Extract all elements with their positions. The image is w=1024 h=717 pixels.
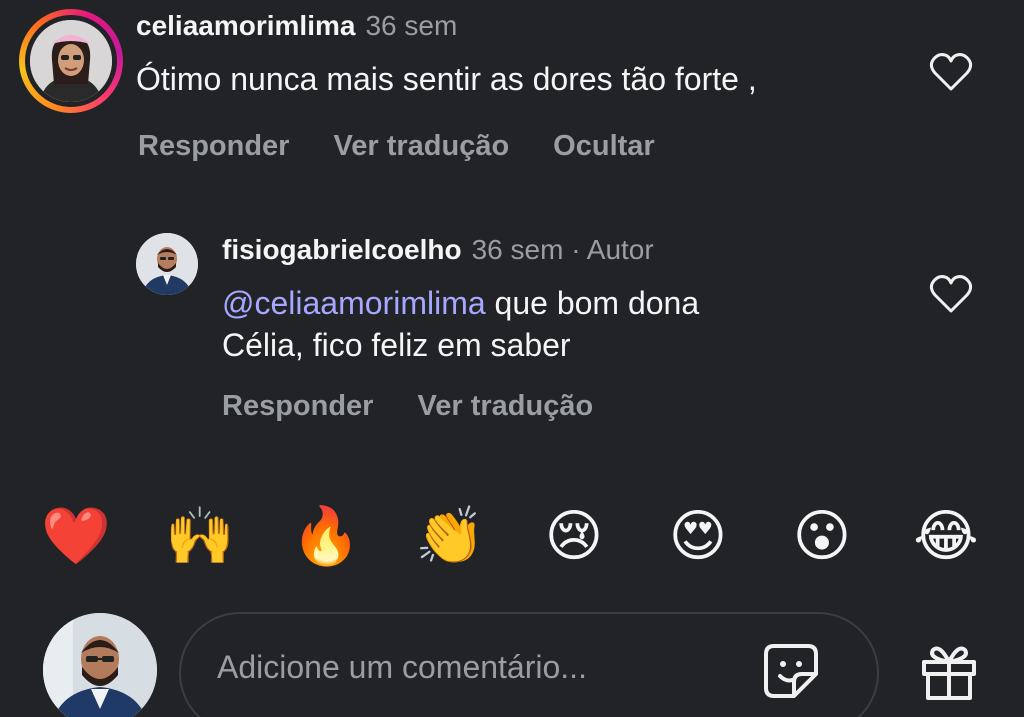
comment-username[interactable]: celiaamorimlima 36 sem xyxy=(136,10,457,42)
avatar xyxy=(30,20,112,102)
reaction-crying-emoji[interactable]: 😢 xyxy=(538,500,610,572)
heart-outline-icon[interactable] xyxy=(929,52,973,92)
sticker-icon[interactable] xyxy=(762,642,820,700)
mention-link[interactable]: @celiaamorimlima xyxy=(222,285,486,321)
comment-text: Ótimo nunca mais sentir as dores tão for… xyxy=(136,61,757,97)
reaction-fire-emoji[interactable]: 🔥 xyxy=(290,500,362,572)
reaction-clapping-emoji[interactable]: 👏 xyxy=(414,500,486,572)
see-translation-button[interactable]: Ver tradução xyxy=(417,390,593,423)
gift-icon[interactable] xyxy=(918,640,980,702)
comment-actions: Responder Ver tradução Ocultar xyxy=(138,130,699,163)
comments-screen: celiaamorimlima 36 sem Ótimo nunca mais s… xyxy=(0,0,1024,717)
reply-text: @celiaamorimlima que bom dona Célia, fic… xyxy=(222,282,842,366)
see-translation-button[interactable]: Ver tradução xyxy=(333,130,509,163)
comment-composer xyxy=(179,612,879,717)
username-text[interactable]: celiaamorimlima xyxy=(136,10,355,41)
quick-reactions-bar: ❤️ 🙌 🔥 👏 😢 😍 😮 😂 xyxy=(40,500,990,572)
reaction-raising-hands-emoji[interactable]: 🙌 xyxy=(164,500,236,572)
reply-button[interactable]: Responder xyxy=(222,390,373,423)
reaction-heart-emoji[interactable]: ❤️ xyxy=(40,500,112,572)
story-avatar-celiaamorimlima[interactable] xyxy=(19,9,123,113)
reply-button[interactable]: Responder xyxy=(138,130,289,163)
hide-button[interactable]: Ocultar xyxy=(553,130,655,163)
reply-text-line2: Célia, fico feliz em saber xyxy=(222,327,571,363)
reply-actions: Responder Ver tradução xyxy=(222,390,637,423)
comment-timestamp: 36 sem xyxy=(365,10,458,41)
reply-text-line1: que bom dona xyxy=(485,285,700,321)
reaction-heart-eyes-emoji[interactable]: 😍 xyxy=(662,500,734,572)
reply-meta: 36 sem · Autor xyxy=(471,234,654,265)
reaction-surprised-emoji[interactable]: 😮 xyxy=(786,500,858,572)
reply-username[interactable]: fisiogabrielcoelho 36 sem · Autor xyxy=(222,234,654,266)
comment-input[interactable] xyxy=(215,648,759,687)
heart-outline-icon[interactable] xyxy=(929,274,973,314)
avatar-fisiogabrielcoelho[interactable] xyxy=(136,233,198,295)
reaction-laughing-emoji[interactable]: 😂 xyxy=(910,500,982,572)
current-user-avatar xyxy=(43,613,157,717)
username-text[interactable]: fisiogabrielcoelho xyxy=(222,234,462,265)
